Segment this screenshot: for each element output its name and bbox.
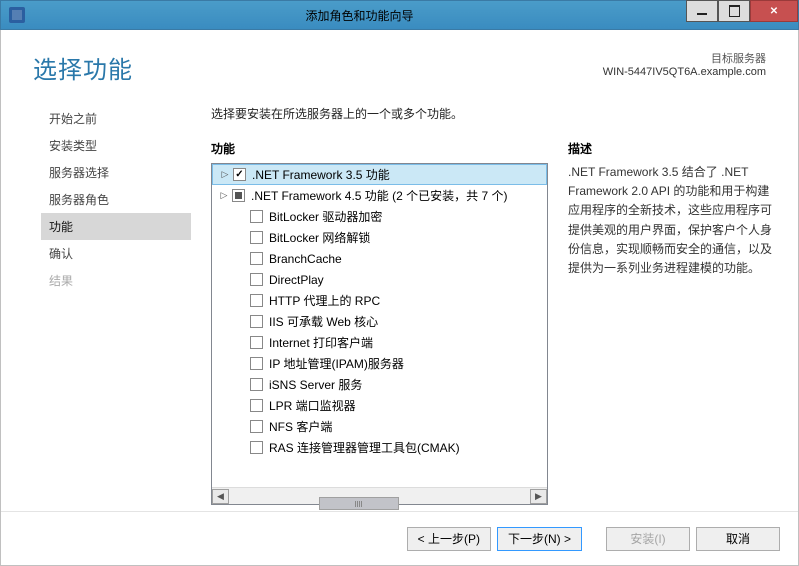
- nav-confirmation[interactable]: 确认: [41, 240, 191, 267]
- feature-checkbox[interactable]: [250, 294, 263, 307]
- feature-checkbox[interactable]: [250, 210, 263, 223]
- expand-toggle-icon[interactable]: ▷: [219, 169, 231, 181]
- feature-label: Internet 打印客户端: [269, 334, 373, 351]
- scroll-thumb[interactable]: [319, 497, 399, 510]
- feature-checkbox[interactable]: [250, 315, 263, 328]
- feature-row[interactable]: ▷ Internet 打印客户端: [212, 332, 547, 353]
- previous-button[interactable]: < 上一步(P): [407, 527, 491, 551]
- window-title: 添加角色和功能向导: [33, 7, 686, 24]
- next-button[interactable]: 下一步(N) >: [497, 527, 582, 551]
- target-server-label: 目标服务器: [603, 50, 766, 66]
- wizard-nav: 开始之前 安装类型 服务器选择 服务器角色 功能 确认 结果: [1, 95, 191, 511]
- feature-row[interactable]: ▷ BitLocker 驱动器加密: [212, 206, 547, 227]
- expand-toggle-icon[interactable]: ▷: [218, 190, 230, 202]
- feature-row[interactable]: ▷ .NET Framework 4.5 功能 (2 个已安装，共 7 个): [212, 185, 547, 206]
- features-header: 功能: [211, 140, 548, 157]
- feature-row[interactable]: ▷ .NET Framework 3.5 功能: [212, 164, 547, 185]
- feature-checkbox[interactable]: [250, 336, 263, 349]
- feature-row[interactable]: ▷ DirectPlay: [212, 269, 547, 290]
- feature-label: NFS 客户端: [269, 418, 332, 435]
- feature-row[interactable]: ▷ LPR 端口监视器: [212, 395, 547, 416]
- feature-checkbox[interactable]: [250, 231, 263, 244]
- feature-row[interactable]: ▷ HTTP 代理上的 RPC: [212, 290, 547, 311]
- feature-checkbox[interactable]: [250, 252, 263, 265]
- feature-label: LPR 端口监视器: [269, 397, 356, 414]
- feature-label: BranchCache: [269, 252, 342, 266]
- body: 开始之前 安装类型 服务器选择 服务器角色 功能 确认 结果 选择要安装在所选服…: [1, 95, 798, 511]
- feature-checkbox[interactable]: [232, 189, 245, 202]
- install-button: 安装(I): [606, 527, 690, 551]
- target-server-info: 目标服务器 WIN-5447IV5QT6A.example.com: [603, 50, 766, 78]
- feature-checkbox[interactable]: [250, 378, 263, 391]
- feature-row[interactable]: ▷ IIS 可承载 Web 核心: [212, 311, 547, 332]
- feature-row[interactable]: ▷ NFS 客户端: [212, 416, 547, 437]
- titlebar[interactable]: 添加角色和功能向导: [0, 0, 799, 30]
- feature-label: IIS 可承载 Web 核心: [269, 313, 378, 330]
- feature-label: RAS 连接管理器管理工具包(CMAK): [269, 439, 460, 456]
- description-text: .NET Framework 3.5 结合了 .NET Framework 2.…: [568, 163, 778, 278]
- columns: 功能 ▷ .NET Framework 3.5 功能 ▷ .NE: [211, 140, 778, 511]
- minimize-button[interactable]: [686, 0, 718, 22]
- feature-row[interactable]: ▷ RAS 连接管理器管理工具包(CMAK): [212, 437, 547, 458]
- nav-server-roles[interactable]: 服务器角色: [41, 186, 191, 213]
- feature-checkbox[interactable]: [250, 357, 263, 370]
- description-column: 描述 .NET Framework 3.5 结合了 .NET Framework…: [568, 140, 778, 511]
- footer: < 上一步(P) 下一步(N) > 安装(I) 取消: [1, 511, 798, 565]
- nav-installation-type[interactable]: 安装类型: [41, 132, 191, 159]
- nav-results: 结果: [41, 267, 191, 294]
- scroll-left-button[interactable]: ◀: [212, 489, 229, 504]
- nav-before-you-begin[interactable]: 开始之前: [41, 105, 191, 132]
- app-icon: [9, 7, 25, 23]
- feature-label: BitLocker 驱动器加密: [269, 208, 382, 225]
- feature-checkbox[interactable]: [250, 273, 263, 286]
- feature-label: IP 地址管理(IPAM)服务器: [269, 355, 404, 372]
- scroll-right-button[interactable]: ▶: [530, 489, 547, 504]
- cancel-button[interactable]: 取消: [696, 527, 780, 551]
- nav-server-selection[interactable]: 服务器选择: [41, 159, 191, 186]
- feature-row[interactable]: ▷ iSNS Server 服务: [212, 374, 547, 395]
- feature-label: HTTP 代理上的 RPC: [269, 292, 380, 309]
- feature-checkbox[interactable]: [250, 441, 263, 454]
- features-scroll[interactable]: ▷ .NET Framework 3.5 功能 ▷ .NET Framework…: [212, 164, 547, 487]
- feature-checkbox[interactable]: [250, 399, 263, 412]
- page-title: 选择功能: [33, 50, 133, 85]
- target-server-name: WIN-5447IV5QT6A.example.com: [603, 66, 766, 78]
- feature-checkbox[interactable]: [233, 168, 246, 181]
- intro-text: 选择要安装在所选服务器上的一个或多个功能。: [211, 105, 778, 122]
- horizontal-scrollbar[interactable]: ◀ ▶: [212, 487, 547, 504]
- header: 选择功能 目标服务器 WIN-5447IV5QT6A.example.com: [1, 30, 798, 95]
- feature-checkbox[interactable]: [250, 420, 263, 433]
- close-button[interactable]: [750, 0, 798, 22]
- main-panel: 选择要安装在所选服务器上的一个或多个功能。 功能 ▷ .NET Framewor…: [191, 95, 778, 511]
- feature-label: iSNS Server 服务: [269, 376, 362, 393]
- wizard-content: 选择功能 目标服务器 WIN-5447IV5QT6A.example.com 开…: [0, 30, 799, 566]
- feature-label: DirectPlay: [269, 273, 324, 287]
- maximize-button[interactable]: [718, 0, 750, 22]
- features-column: 功能 ▷ .NET Framework 3.5 功能 ▷ .NE: [211, 140, 548, 511]
- nav-features[interactable]: 功能: [41, 213, 191, 240]
- feature-row[interactable]: ▷ BitLocker 网络解锁: [212, 227, 547, 248]
- feature-label: .NET Framework 4.5 功能 (2 个已安装，共 7 个): [251, 187, 507, 204]
- feature-label: .NET Framework 3.5 功能: [252, 166, 390, 183]
- feature-row[interactable]: ▷ IP 地址管理(IPAM)服务器: [212, 353, 547, 374]
- feature-label: BitLocker 网络解锁: [269, 229, 370, 246]
- feature-row[interactable]: ▷ BranchCache: [212, 248, 547, 269]
- description-header: 描述: [568, 140, 778, 157]
- features-listbox: ▷ .NET Framework 3.5 功能 ▷ .NET Framework…: [211, 163, 548, 505]
- window-buttons: [686, 1, 798, 29]
